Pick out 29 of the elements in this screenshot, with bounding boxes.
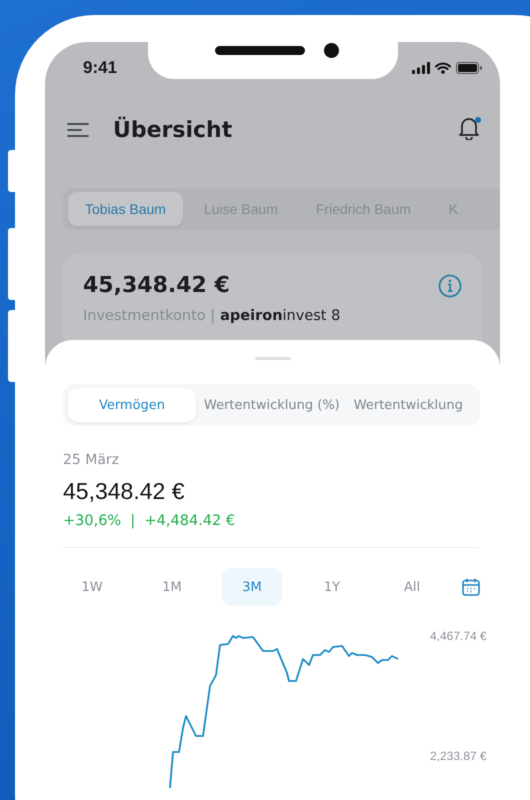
period-tab[interactable]: All [382, 568, 442, 606]
value-change: +30,6% | +4,484.42 € [63, 513, 236, 529]
wifi-icon [435, 62, 451, 74]
drag-handle[interactable] [254, 357, 290, 360]
calendar-icon[interactable] [462, 578, 480, 596]
account-tab[interactable]: Tobias Baum [68, 192, 183, 226]
info-icon[interactable] [438, 274, 462, 298]
battery-icon [456, 62, 482, 74]
status-time: 9:41 [83, 58, 118, 78]
signal-icon [412, 62, 430, 74]
menu-icon[interactable] [67, 122, 89, 138]
camera-icon [324, 43, 339, 58]
product-name: apeironinvest 8 [220, 308, 340, 324]
axis-label: 2,233.87 € [430, 749, 488, 763]
period-tab[interactable]: 3M [222, 568, 282, 606]
axis-label: 4,467.74 € [430, 629, 488, 643]
speaker-icon [215, 46, 305, 55]
account-balance: 45,348.42 € [83, 273, 230, 298]
page-title: Übersicht [113, 118, 234, 142]
period-tab[interactable]: 1W [62, 568, 122, 606]
view-tab[interactable]: Vermögen [68, 388, 196, 422]
account-type: Investmentkonto | [83, 308, 216, 324]
notification-bell-icon[interactable] [458, 116, 480, 140]
view-tab[interactable]: Wertentwicklung (%) [198, 388, 346, 422]
period-tab[interactable]: 1Y [302, 568, 362, 606]
view-tab[interactable]: Wertentwicklung [348, 388, 469, 422]
date-label: 25 März [63, 452, 120, 468]
period-tab[interactable]: 1M [142, 568, 202, 606]
portfolio-value: 45,348.42 € [63, 478, 186, 505]
